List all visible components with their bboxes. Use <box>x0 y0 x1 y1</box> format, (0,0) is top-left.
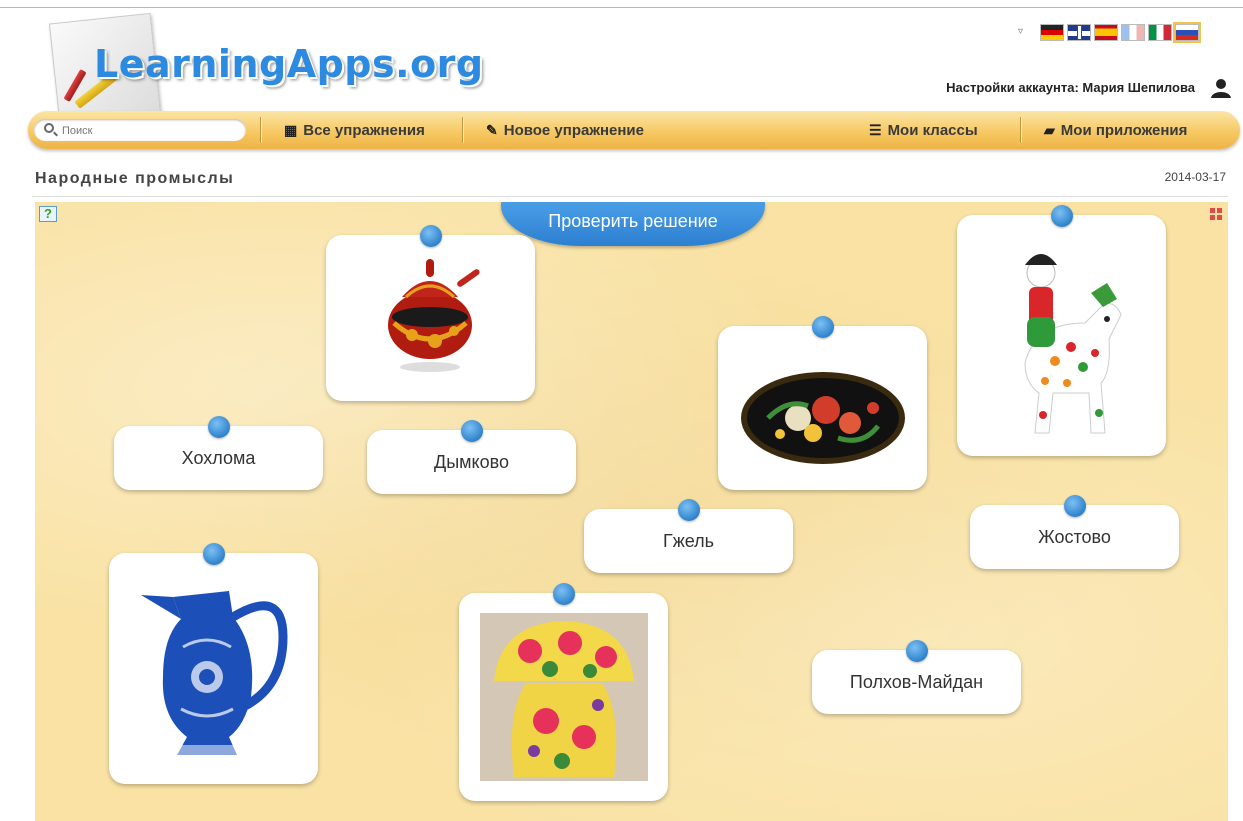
nav-divider <box>462 117 463 143</box>
image-card-dymkovo[interactable] <box>957 205 1166 456</box>
page-date: 2014-03-17 <box>1164 170 1226 184</box>
connector-pin[interactable] <box>460 420 483 442</box>
connector-pin[interactable] <box>905 640 928 662</box>
flag-de-icon[interactable] <box>1040 24 1064 41</box>
image-card-zhostovo[interactable] <box>718 316 927 490</box>
logo-text[interactable]: LearningApps.org <box>94 42 484 86</box>
page-title: Народные промыслы <box>35 170 235 187</box>
text-card-label: Жостово <box>1038 526 1111 547</box>
polkhov-maidan-mushroom-image <box>480 613 648 781</box>
account-settings-link[interactable]: Настройки аккаунта: Мария Шепилова <box>946 80 1195 95</box>
text-card[interactable]: Хохлома <box>114 416 323 490</box>
nav-my-apps[interactable]: ▰ Мои приложения <box>1044 111 1187 149</box>
connector-pin[interactable] <box>1063 495 1086 517</box>
language-flags <box>1040 22 1201 43</box>
nav-divider <box>1020 117 1021 143</box>
nav-my-apps-label: Мои приложения <box>1060 122 1188 139</box>
top-rule <box>0 7 1243 8</box>
text-card[interactable]: Гжель <box>584 499 793 573</box>
search-box[interactable] <box>34 119 246 141</box>
text-card-label: Гжель <box>662 530 715 551</box>
connector-pin[interactable] <box>677 499 700 521</box>
dymkovo-toy-image <box>1024 254 1122 434</box>
flag-it-icon[interactable] <box>1148 24 1172 41</box>
search-input[interactable] <box>60 122 244 140</box>
connector-pin[interactable] <box>811 316 834 338</box>
nav-new-exercise[interactable]: ✎ Новое упражнение <box>486 111 644 149</box>
user-icon[interactable] <box>1210 78 1232 98</box>
title-divider <box>32 196 1228 197</box>
nav-my-classes-label: Мои классы <box>887 122 978 139</box>
image-card-khokhloma[interactable] <box>326 225 535 401</box>
image-card-polkhov-maidan[interactable] <box>459 583 668 801</box>
grid-icon: ▦ <box>284 122 298 138</box>
app-board: ? Проверить решение Хохлома Дымково Гжел… <box>35 202 1228 821</box>
khokhloma-sugar-bowl-image <box>388 259 480 372</box>
check-solution-button[interactable]: Проверить решение <box>501 202 765 246</box>
text-card[interactable]: Дымково <box>367 420 576 494</box>
connector-pin[interactable] <box>419 225 442 247</box>
flag-es-icon[interactable] <box>1094 24 1118 41</box>
logo[interactable]: LearningApps.org <box>48 12 483 126</box>
nav-all-exercises-label: Все упражнения <box>303 122 425 139</box>
nav-all-exercises[interactable]: ▦ Все упражнения <box>284 111 425 149</box>
connector-pin[interactable] <box>1050 205 1073 227</box>
connector-pin[interactable] <box>202 543 225 565</box>
folder-icon: ▰ <box>1044 122 1055 138</box>
flag-ru-icon[interactable] <box>1173 22 1201 43</box>
image-card-gzhel[interactable] <box>109 543 318 784</box>
help-icon[interactable]: ? <box>39 206 57 222</box>
flag-fr-icon[interactable] <box>1121 24 1145 41</box>
search-icon <box>44 123 54 133</box>
navbar: ▦ Все упражнения ✎ Новое упражнение ☰ Мои к… <box>28 111 1240 149</box>
text-card[interactable]: Жостово <box>970 495 1179 569</box>
connector-pin[interactable] <box>207 416 230 438</box>
nav-new-exercise-label: Новое упражнение <box>503 122 644 139</box>
list-icon: ☰ <box>869 122 882 138</box>
text-card-label: Полхов-Майдан <box>849 671 984 692</box>
edit-icon: ✎ <box>486 122 498 138</box>
zhostovo-tray-image <box>741 372 905 464</box>
text-card-label: Хохлома <box>181 447 256 468</box>
flag-gb-icon[interactable] <box>1067 24 1091 41</box>
nav-my-classes[interactable]: ☰ Мои классы <box>869 111 978 149</box>
fullscreen-icon[interactable] <box>1210 208 1222 220</box>
text-card-label: Дымково <box>434 451 509 472</box>
text-card[interactable]: Полхов-Майдан <box>812 640 1021 714</box>
gzhel-jug-image <box>141 591 288 755</box>
connector-pin[interactable] <box>552 583 575 605</box>
language-dropdown-icon[interactable]: ▿ <box>1018 26 1023 37</box>
nav-divider <box>260 117 261 143</box>
